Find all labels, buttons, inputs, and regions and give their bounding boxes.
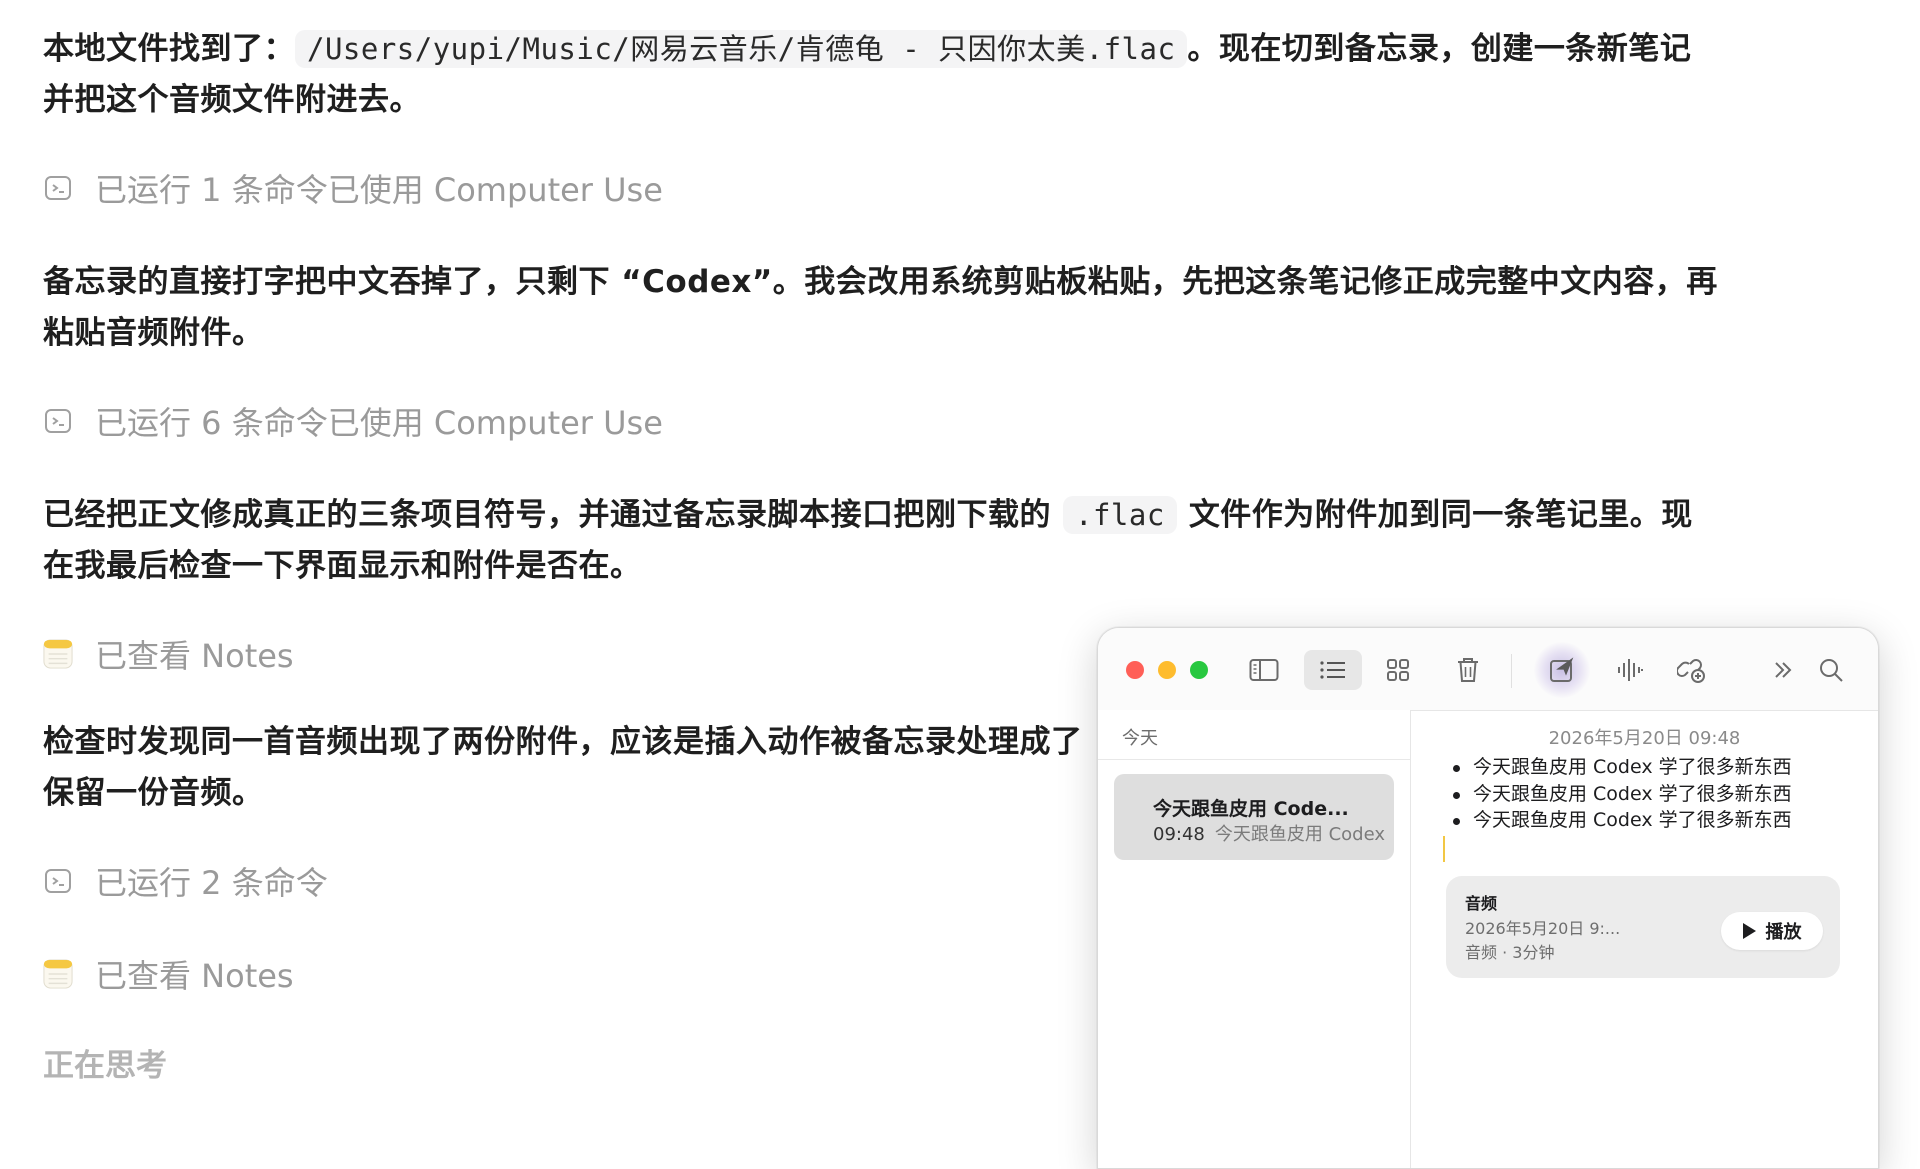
note-title: 今天跟鱼皮用 Code...: [1153, 798, 1349, 820]
notes-app-icon: [43, 959, 73, 989]
note-meta: 09:48 今天跟鱼皮用 Codex: [1153, 820, 1385, 846]
thinking-status: 正在思考: [43, 1048, 167, 1084]
bullet-list[interactable]: 今天跟鱼皮用 Codex 学了很多新东西 今天跟鱼皮用 Codex 学了很多新东…: [1451, 754, 1792, 834]
notes-app-icon: [43, 639, 73, 669]
tool-activity-row[interactable]: 已运行 6 条命令已使用 Computer Use: [43, 396, 663, 446]
message-text: 文件作为附件加到同一条笔记里。现: [1188, 497, 1693, 533]
section-header: 今天: [1122, 728, 1158, 749]
collaborate-icon[interactable]: [1672, 650, 1712, 690]
message-paragraph: 已经把正文修成真正的三条项目符号，并通过备忘录脚本接口把刚下载的 .flac 文件作…: [43, 490, 1693, 541]
notes-toolbar: [1098, 628, 1878, 711]
tool-activity-row[interactable]: 已查看 Notes: [43, 949, 294, 999]
tool-activity-row[interactable]: 已运行 1 条命令已使用 Computer Use: [43, 163, 663, 213]
search-icon[interactable]: [1814, 650, 1848, 690]
note-editor[interactable]: 2026年5月20日 09:48 今天跟鱼皮用 Codex 学了很多新东西 今天…: [1411, 710, 1878, 1168]
trash-icon[interactable]: [1448, 650, 1488, 690]
message-text: 已经把正文修成真正的三条项目符号，并通过备忘录脚本接口把刚下载的: [43, 497, 1051, 533]
inline-code-path: /Users/yupi/Music/网易云音乐/肯德龟 - 只因你太美.flac: [295, 30, 1188, 68]
terminal-icon: [43, 173, 73, 203]
sidebar-toggle-icon[interactable]: [1244, 650, 1284, 690]
message-text: 本地文件找到了：: [43, 31, 295, 67]
message-text: 检查时发现同一首音频出现了两份附件，应该是插入动作被备忘录处理成了: [43, 724, 1083, 760]
note-list-item[interactable]: 今天跟鱼皮用 Code... 09:48 今天跟鱼皮用 Codex: [1114, 774, 1394, 860]
audio-attachment[interactable]: 音频 2026年5月20日 9:... 音频 · 3分钟 播放: [1446, 876, 1840, 978]
attachment-title: 音频: [1465, 894, 1498, 913]
message-text: 并把这个音频文件附进去。: [43, 82, 421, 118]
note-preview: 今天跟鱼皮用 Codex: [1214, 824, 1385, 845]
attachment-meta: 音频 · 3分钟: [1465, 943, 1555, 962]
audio-waveform-icon[interactable]: [1610, 650, 1650, 690]
compose-icon[interactable]: [1534, 642, 1590, 698]
tool-activity-row[interactable]: 已运行 2 条命令: [43, 856, 328, 906]
play-button[interactable]: 播放: [1721, 912, 1823, 950]
play-label: 播放: [1765, 922, 1802, 943]
notes-window[interactable]: 今天 今天跟鱼皮用 Code... 09:48 今天跟鱼皮用 Codex 2026…: [1097, 627, 1879, 1169]
play-icon: [1742, 923, 1756, 939]
message-text: 保留一份音频。: [43, 775, 264, 811]
tool-activity-label: 已查看 Notes: [95, 957, 294, 995]
more-icon[interactable]: [1766, 650, 1800, 690]
text-cursor: [1443, 836, 1445, 862]
note-date: 2026年5月20日 09:48: [1548, 728, 1741, 749]
terminal-icon: [43, 406, 73, 436]
inline-code-ext: .flac: [1063, 496, 1177, 534]
divider: [1098, 759, 1410, 760]
toolbar-divider: [1511, 654, 1512, 688]
message-text: 备忘录的直接打字把中文吞掉了，只剩下 “Codex”。我会改用系统剪贴板粘贴，先…: [43, 264, 1718, 300]
zoom-window-button[interactable]: [1190, 661, 1208, 679]
note-time: 09:48: [1153, 824, 1205, 845]
message-paragraph: 本地文件找到了：/Users/yupi/Music/网易云音乐/肯德龟 - 只因…: [43, 24, 1691, 75]
bullet-item[interactable]: 今天跟鱼皮用 Codex 学了很多新东西: [1451, 781, 1792, 808]
tool-activity-label: 已运行 2 条命令: [95, 864, 328, 902]
bullet-item[interactable]: 今天跟鱼皮用 Codex 学了很多新东西: [1451, 754, 1792, 781]
minimize-window-button[interactable]: [1158, 661, 1176, 679]
tool-activity-label: 已运行 1 条命令已使用 Computer Use: [95, 171, 663, 209]
message-text: 粘贴音频附件。: [43, 315, 264, 351]
list-view-icon[interactable]: [1304, 650, 1362, 690]
tool-activity-row[interactable]: 已查看 Notes: [43, 629, 294, 679]
notes-list: 今天 今天跟鱼皮用 Code... 09:48 今天跟鱼皮用 Codex: [1098, 710, 1411, 1168]
tool-activity-label: 已运行 6 条命令已使用 Computer Use: [95, 404, 663, 442]
bullet-item[interactable]: 今天跟鱼皮用 Codex 学了很多新东西: [1451, 807, 1792, 834]
gallery-view-icon[interactable]: [1378, 650, 1418, 690]
message-text: 。现在切到备忘录，创建一条新笔记: [1187, 31, 1692, 67]
tool-activity-label: 已查看 Notes: [95, 637, 294, 675]
attachment-date: 2026年5月20日 9:...: [1465, 919, 1621, 938]
terminal-icon: [43, 866, 73, 896]
close-window-button[interactable]: [1126, 661, 1144, 679]
message-text: 在我最后检查一下界面显示和附件是否在。: [43, 548, 642, 584]
